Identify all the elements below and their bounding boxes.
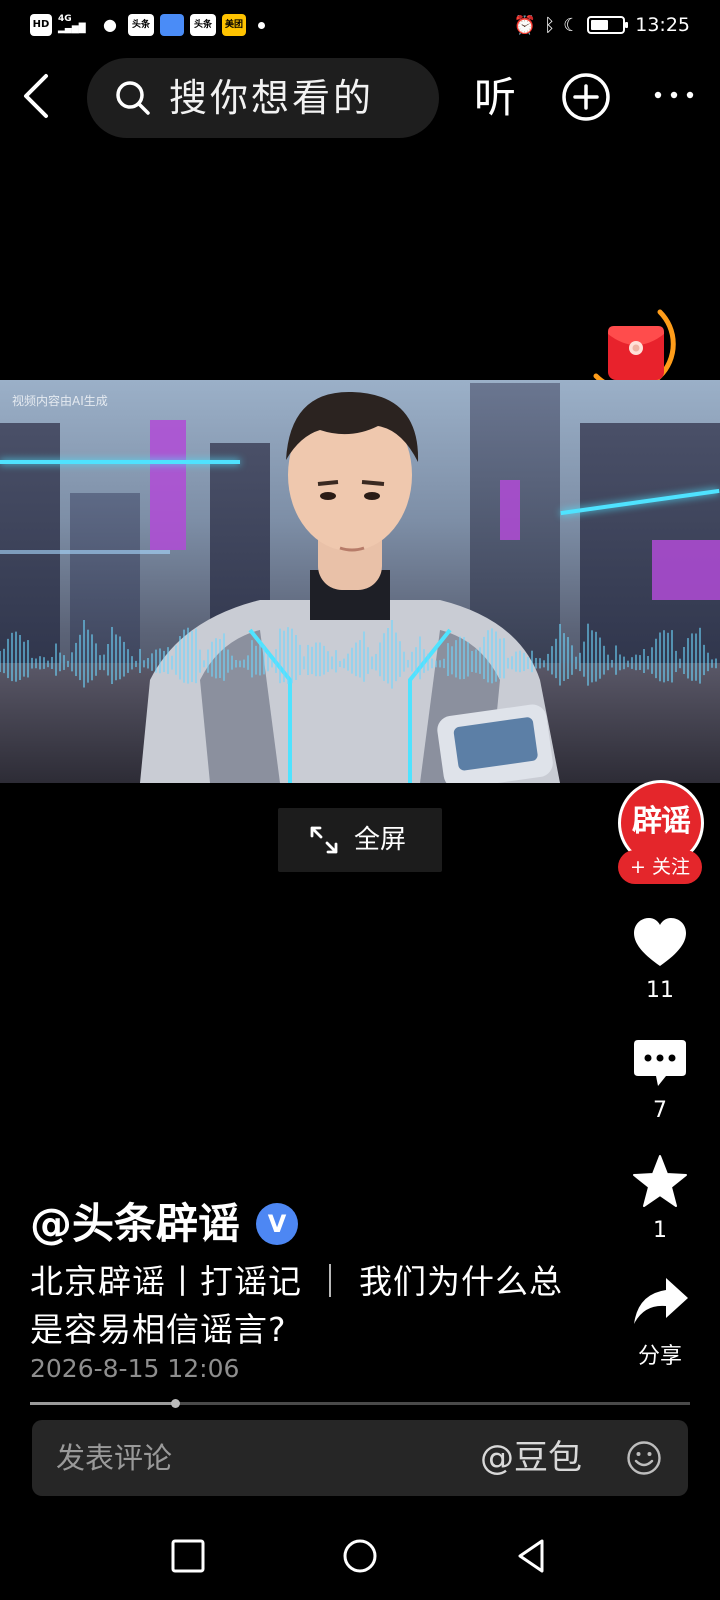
audio-waveform-overlay	[0, 620, 717, 689]
toutiao-notification-icon: 头条	[128, 14, 154, 36]
hd-indicator: HD	[30, 14, 52, 36]
comment-button[interactable]	[632, 1036, 688, 1092]
playback-scrubber[interactable]	[171, 1399, 181, 1408]
back-arrow-icon	[24, 74, 48, 118]
playback-progress-bar[interactable]	[30, 1399, 690, 1408]
more-button[interactable]	[652, 82, 696, 108]
comment-placeholder: 发表评论	[56, 1441, 173, 1475]
heart-icon	[634, 918, 686, 966]
search-placeholder: 搜你想看的	[169, 76, 375, 120]
playback-progress-fill	[30, 1402, 176, 1405]
comment-icon	[634, 1040, 686, 1086]
more-notifications-dot	[258, 21, 265, 29]
star-icon	[633, 1155, 687, 1207]
status-right: ⏰ ᛒ ☾ 13:25	[514, 14, 690, 36]
add-button[interactable]	[560, 71, 612, 123]
neon-sign	[652, 540, 720, 600]
fullscreen-label: 全屏	[354, 825, 407, 855]
share-label[interactable]: 分享	[610, 1338, 710, 1370]
back-nav-button[interactable]	[510, 1534, 554, 1578]
comment-count: 7	[653, 1098, 667, 1123]
listen-button[interactable]: 听	[474, 58, 516, 138]
alarm-icon: ⏰	[513, 14, 537, 36]
battery-fill	[591, 20, 609, 30]
like-count: 11	[646, 978, 674, 1003]
follow-button[interactable]: + 关注	[618, 850, 702, 884]
verified-mark: V	[267, 1210, 287, 1238]
ai-generated-notice: 视频内容由AI生成	[12, 394, 108, 408]
emoji-button[interactable]	[626, 1440, 662, 1476]
home-button[interactable]	[338, 1534, 382, 1578]
smiley-icon	[627, 1441, 661, 1475]
battery-icon	[587, 16, 629, 34]
moon-icon: ☾	[563, 14, 580, 36]
system-navigation-bar	[0, 1516, 720, 1600]
fullscreen-button[interactable]: 全屏	[278, 808, 442, 872]
share-icon	[634, 1278, 688, 1324]
like-button[interactable]	[632, 916, 688, 972]
signal-4g-indicator: 4G ▂▄▆█	[58, 14, 86, 34]
clock: 13:25	[635, 14, 690, 36]
more-dots-icon	[654, 91, 694, 99]
status-left: HD 4G ▂▄▆█ ● 头条 头条 美团	[30, 14, 265, 36]
triangle-back-icon	[518, 1539, 544, 1573]
comment-input[interactable]: 发表评论 @豆包	[32, 1420, 688, 1496]
bluetooth-icon: ᛒ	[544, 14, 556, 36]
doubao-mention-button[interactable]: @豆包	[480, 1420, 582, 1496]
search-icon	[116, 81, 150, 115]
author-handle[interactable]: @头条辟谣	[30, 1196, 240, 1252]
circle-icon	[343, 1539, 377, 1573]
meituan-notification-icon: 美团	[222, 14, 246, 36]
wechat-icon: ●	[103, 15, 117, 34]
share-button[interactable]	[632, 1274, 688, 1330]
top-bar: 搜你想看的 听	[0, 56, 720, 138]
expand-icon	[310, 826, 338, 854]
square-icon	[171, 1539, 205, 1573]
recents-button[interactable]	[166, 1534, 210, 1578]
favorite-count: 1	[653, 1218, 667, 1243]
favorite-button[interactable]	[632, 1154, 688, 1210]
status-bar: HD 4G ▂▄▆█ ● 头条 头条 美团 ⏰ ᛒ ☾ 13:25	[0, 0, 720, 54]
verified-badge: V	[256, 1203, 298, 1245]
toutiao-notification-icon-2: 头条	[190, 14, 216, 36]
presenter-figure	[140, 391, 560, 783]
post-title[interactable]: 北京辟谣丨打谣记 ｜ 我们为什么总是容易相信谣言?	[30, 1258, 590, 1354]
back-button[interactable]	[16, 70, 62, 122]
post-date: 2026-8-15 12:06	[30, 1354, 240, 1383]
add-circle-icon	[562, 73, 610, 121]
mail-notification-icon	[160, 14, 184, 36]
video-player[interactable]: 视频内容由AI生成	[0, 380, 720, 783]
search-box[interactable]: 搜你想看的	[87, 58, 439, 138]
